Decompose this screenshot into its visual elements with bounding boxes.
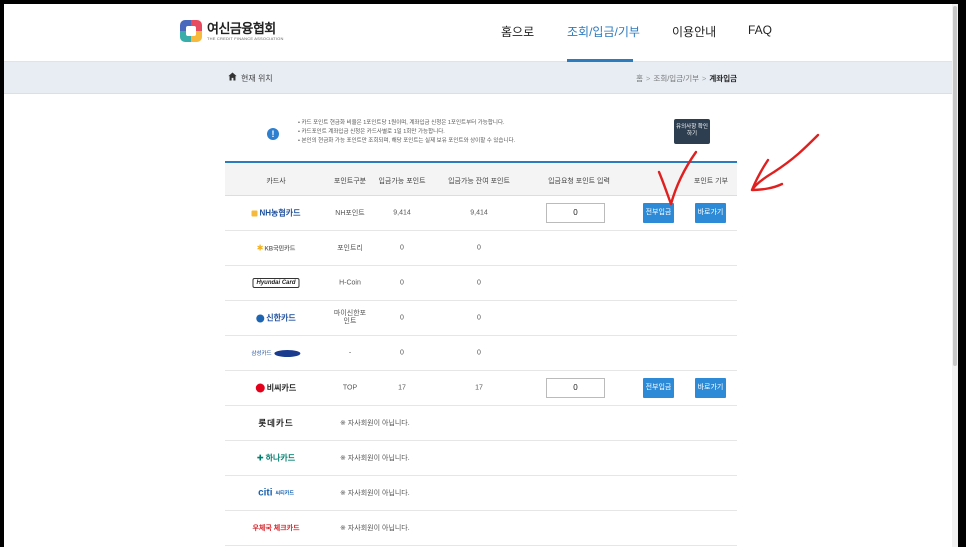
- remaining-points: 17: [475, 384, 483, 392]
- not-member-message: ※ 자사회원이 아닙니다.: [340, 420, 410, 427]
- notice-line: 본인의 현금화 가능 포인트만 조회되며, 해당 포인트는 실제 보유 포인트와…: [298, 137, 515, 146]
- table-row: 삼성카드 - 0 0: [225, 336, 737, 371]
- info-icon: !: [267, 128, 279, 140]
- available-points: 0: [400, 244, 404, 252]
- logo-title: 여신금융협회: [207, 20, 276, 36]
- notice-button[interactable]: 유의사항 확인하기: [674, 119, 710, 144]
- table-row: 우체국 체크카드 ※ 자사회원이 아닙니다.: [225, 511, 737, 546]
- point-type: NH포인트: [335, 210, 365, 217]
- notice-list: 카드 포인트 현금화 비율은 1포인트당 1원이며, 계좌입금 신청은 1포인트…: [298, 119, 515, 146]
- site-logo[interactable]: 여신금융협회 THE CREDIT FINANCE ASSOCIATION: [180, 20, 284, 42]
- point-type: TOP: [342, 384, 358, 392]
- breadcrumb: 현재 위치 홈 > 조회/입금/기부 > 계좌입금: [4, 62, 958, 94]
- table-row: 신한카드 마이신한포인트 0 0: [225, 301, 737, 336]
- breadcrumb-inquiry[interactable]: 조회/입금/기부: [653, 74, 699, 83]
- not-member-message: ※ 자사회원이 아닙니다.: [340, 490, 410, 497]
- bc-card-logo: 비씨카드: [255, 383, 296, 394]
- available-points: 0: [400, 349, 404, 357]
- table-row: NH농협카드 NH포인트 9,414 9,414 0 전부입금 바로가기: [225, 196, 737, 231]
- remaining-points: 9,414: [470, 209, 488, 217]
- nh-card-logo: NH농협카드: [251, 208, 301, 219]
- nav-faq[interactable]: FAQ: [748, 23, 772, 37]
- nav-guide[interactable]: 이용안내: [672, 23, 716, 40]
- table-row: ✱ KB국민카드 포인트리 0 0: [225, 231, 737, 266]
- point-type: 포인트리: [337, 245, 363, 252]
- scrollbar-thumb[interactable]: [953, 6, 957, 366]
- logo-subtitle: THE CREDIT FINANCE ASSOCIATION: [207, 35, 284, 41]
- lotte-card-logo: 롯데카드: [258, 418, 294, 428]
- th-available: 입금가능 포인트: [378, 178, 426, 185]
- table-row: citi 씨티카드 ※ 자사회원이 아닙니다.: [225, 476, 737, 511]
- site-header: 여신금융협회 THE CREDIT FINANCE ASSOCIATION 홈으…: [4, 4, 958, 62]
- available-points: 0: [400, 279, 404, 287]
- breadcrumb-home[interactable]: 홈: [636, 74, 643, 83]
- page-frame: 여신금융협회 THE CREDIT FINANCE ASSOCIATION 홈으…: [4, 4, 958, 547]
- arrow-annotation: [750, 133, 820, 192]
- kb-card-logo: ✱ KB국민카드: [256, 243, 296, 253]
- th-input: 입금요청 포인트 입력: [548, 178, 610, 185]
- remaining-points: 0: [477, 244, 481, 252]
- breadcrumb-current-label: 현재 위치: [241, 74, 273, 83]
- citi-card-logo: citi 씨티카드: [258, 487, 294, 499]
- available-points: 9,414: [393, 209, 411, 217]
- remaining-points: 0: [477, 279, 481, 287]
- hana-card-logo: ✚ 하나카드: [256, 453, 296, 463]
- home-icon: [228, 72, 237, 81]
- breadcrumb-path: 홈 > 조회/입금/기부 > 계좌입금: [636, 74, 737, 83]
- request-amount-input[interactable]: 0: [546, 378, 605, 398]
- table-row: Hyundai Card H-Coin 0 0: [225, 266, 737, 301]
- th-remaining: 입금가능 잔여 포인트: [448, 178, 510, 185]
- shinhan-card-logo: 신한카드: [256, 313, 296, 324]
- th-card: 카드사: [266, 178, 286, 185]
- remaining-points: 0: [477, 349, 481, 357]
- logo-mark-icon: [180, 20, 202, 42]
- point-type: H-Coin: [339, 279, 361, 287]
- breadcrumb-current: 계좌입금: [709, 74, 737, 83]
- not-member-message: ※ 자사회원이 아닙니다.: [340, 455, 410, 462]
- hyundai-card-logo: Hyundai Card: [252, 278, 300, 288]
- scrollbar[interactable]: [952, 4, 958, 547]
- remaining-points: 0: [477, 314, 481, 322]
- nav-home[interactable]: 홈으로: [501, 23, 534, 40]
- go-donate-button[interactable]: 바로가기: [695, 203, 726, 223]
- table-row: 롯데카드 ※ 자사회원이 아닙니다.: [225, 406, 737, 441]
- epost-card-logo: 우체국 체크카드: [252, 525, 300, 532]
- deposit-all-button[interactable]: 전부입금: [643, 378, 674, 398]
- th-type: 포인트구분: [333, 178, 367, 185]
- notice-line: 카드 포인트 현금화 비율은 1포인트당 1원이며, 계좌입금 신청은 1포인트…: [298, 119, 515, 128]
- point-type: 마이신한포인트: [333, 310, 367, 325]
- available-points: 0: [400, 314, 404, 322]
- notice-line: 카드포인트 계좌입금 신청은 카드사별로 1일 1회만 가능합니다.: [298, 128, 515, 137]
- deposit-all-button[interactable]: 전부입금: [643, 203, 674, 223]
- table-row: ✚ 하나카드 ※ 자사회원이 아닙니다.: [225, 441, 737, 476]
- request-amount-input[interactable]: 0: [546, 203, 605, 223]
- not-member-message: ※ 자사회원이 아닙니다.: [340, 525, 410, 532]
- go-donate-button[interactable]: 바로가기: [695, 378, 726, 398]
- point-type: -: [348, 349, 352, 357]
- th-donate: 포인트 기부: [693, 178, 729, 185]
- available-points: 17: [398, 384, 406, 392]
- nav-inquiry[interactable]: 조회/입금/기부: [567, 23, 640, 40]
- table-header: 카드사 포인트구분 입금가능 포인트 입금가능 잔여 포인트 입금요청 포인트 …: [225, 163, 737, 196]
- table-row: 비씨카드 TOP 17 17 0 전부입금 바로가기: [225, 371, 737, 406]
- samsung-card-logo: 삼성카드: [251, 349, 301, 357]
